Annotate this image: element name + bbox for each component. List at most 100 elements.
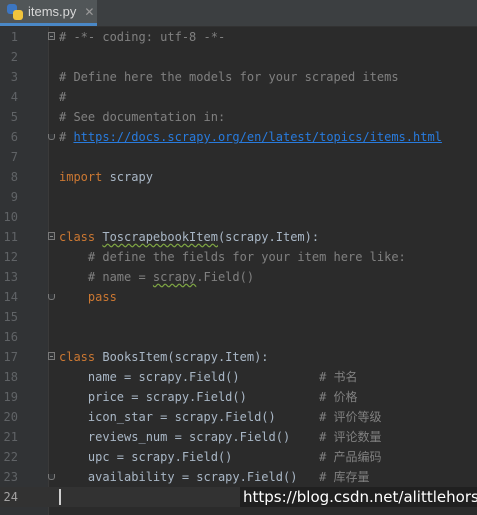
text-caret (59, 489, 61, 505)
line-number: 22 (3, 450, 18, 464)
line-number: 24 (3, 490, 18, 504)
code-text: # See documentation in: (59, 107, 225, 127)
code-text: # https://docs.scrapy.org/en/latest/topi… (59, 127, 442, 147)
code-text: price = scrapy.Field() # 价格 (59, 387, 358, 407)
code-token: reviews_num = scrapy.Field() (59, 430, 320, 444)
fold-marker-icon[interactable] (48, 134, 55, 140)
code-line[interactable]: 1 # -*- coding: utf-8 -*- (0, 27, 477, 47)
code-token: class (59, 350, 96, 364)
code-text: # name = scrapy.Field() (59, 267, 254, 287)
code-line[interactable]: 5 # See documentation in: (0, 107, 477, 127)
code-line[interactable]: 6 # https://docs.scrapy.org/en/latest/top… (0, 127, 477, 147)
code-line[interactable]: 18 name = scrapy.Field() # 书名 (0, 367, 477, 387)
code-token: (scrapy.Item): (217, 230, 320, 244)
code-line[interactable]: 19 price = scrapy.Field() # 价格 (0, 387, 477, 407)
line-number: 15 (3, 310, 18, 324)
code-token: # Define here the models for your scrape… (59, 70, 399, 84)
code-line[interactable]: 8 import scrapy (0, 167, 477, 187)
code-token: upc = scrapy.Field() (59, 450, 320, 464)
code-line[interactable]: 3 # Define here the models for your scrap… (0, 67, 477, 87)
code-line[interactable]: 12 # define the fields for your item her… (0, 247, 477, 267)
code-token: # See documentation in: (59, 110, 226, 124)
line-number: 7 (10, 150, 18, 164)
code-text: # Define here the models for your scrape… (59, 67, 399, 87)
line-number: 14 (3, 290, 18, 304)
fold-marker-icon[interactable] (48, 352, 55, 360)
code-line[interactable]: 7 (0, 147, 477, 167)
line-number: 19 (3, 390, 18, 404)
code-text: upc = scrapy.Field() # 产品编码 (59, 447, 382, 467)
fold-marker-icon[interactable] (48, 294, 55, 300)
line-number: 2 (10, 50, 18, 64)
code-line[interactable]: 17 class BooksItem(scrapy.Item): (0, 347, 477, 367)
line-number: 9 (10, 190, 18, 204)
close-tab-icon[interactable]: ✕ (84, 5, 94, 19)
code-token: # 库存量 (319, 470, 370, 484)
line-number: 4 (10, 90, 18, 104)
code-line[interactable]: 23 availability = scrapy.Field() # 库存量 (0, 467, 477, 487)
code-line[interactable]: 9 (0, 187, 477, 207)
code-text: availability = scrapy.Field() # 库存量 (59, 467, 370, 487)
code-text: class ToscrapebookItem(scrapy.Item): (59, 227, 319, 247)
code-token: price = scrapy.Field() (59, 390, 320, 404)
code-line[interactable]: 4 # (0, 87, 477, 107)
code-line[interactable]: 20 icon_star = scrapy.Field() # 评价等级 (0, 407, 477, 427)
code-token: availability = scrapy.Field() (59, 470, 320, 484)
code-line[interactable]: 13 # name = scrapy.Field() (0, 267, 477, 287)
code-token: # 产品编码 (319, 450, 382, 464)
code-token: # (59, 130, 74, 144)
line-number: 21 (3, 430, 18, 444)
code-token: name = scrapy.Field() (59, 370, 320, 384)
code-token: # -*- coding: utf-8 -*- (59, 30, 226, 44)
doc-link[interactable]: https://docs.scrapy.org/en/latest/topics… (73, 130, 441, 144)
code-token: # 书名 (319, 370, 358, 384)
line-number: 13 (3, 270, 18, 284)
python-file-icon (7, 3, 23, 20)
line-number: 5 (10, 110, 18, 124)
code-token: # 价格 (319, 390, 358, 404)
code-token: pass (87, 290, 117, 304)
code-line[interactable]: 2 (0, 47, 477, 67)
code-token: # 评价等级 (319, 410, 382, 424)
code-text: reviews_num = scrapy.Field() # 评论数量 (59, 427, 382, 447)
line-number: 11 (3, 230, 18, 244)
code-token: ToscrapebookItem (102, 230, 218, 244)
code-token: # define the fields for your item here l… (59, 250, 406, 264)
code-token: BooksItem(scrapy.Item): (95, 350, 269, 364)
code-line[interactable]: 22 upc = scrapy.Field() # 产品编码 (0, 447, 477, 467)
code-text: # define the fields for your item here l… (59, 247, 406, 267)
code-token: class (59, 230, 96, 244)
line-number: 16 (3, 330, 18, 344)
code-line[interactable]: 14 pass (0, 287, 477, 307)
editor-tab-bar: items.py ✕ (0, 0, 477, 27)
code-text: icon_star = scrapy.Field() # 评价等级 (59, 407, 382, 427)
fold-marker-icon[interactable] (48, 474, 55, 480)
fold-marker-icon[interactable] (48, 232, 55, 240)
code-line[interactable]: 15 (0, 307, 477, 327)
tab-items-py[interactable]: items.py ✕ (0, 0, 97, 26)
code-text: class BooksItem(scrapy.Item): (59, 347, 269, 367)
code-token: # name = (59, 270, 153, 284)
code-token: # (59, 90, 67, 104)
code-text: import scrapy (59, 167, 153, 187)
code-token: scrapy (152, 270, 197, 284)
code-line[interactable]: 11 class ToscrapebookItem(scrapy.Item): (0, 227, 477, 247)
line-number: 8 (10, 170, 18, 184)
code-text: pass (59, 287, 117, 307)
line-number: 20 (3, 410, 18, 424)
line-number: 1 (10, 30, 18, 44)
code-text: # (59, 87, 66, 107)
code-text: name = scrapy.Field() # 书名 (59, 367, 358, 387)
fold-marker-icon[interactable] (48, 32, 55, 40)
code-line[interactable]: 21 reviews_num = scrapy.Field() # 评论数量 (0, 427, 477, 447)
code-line[interactable]: 10 (0, 207, 477, 227)
code-line[interactable]: 16 (0, 327, 477, 347)
line-number: 6 (10, 130, 18, 144)
line-number: 23 (3, 470, 18, 484)
line-number: 10 (3, 210, 18, 224)
line-number: 17 (3, 350, 18, 364)
line-number: 12 (3, 250, 18, 264)
code-text: # -*- coding: utf-8 -*- (59, 27, 225, 47)
line-number: 3 (10, 70, 18, 84)
code-token: import (59, 170, 103, 184)
